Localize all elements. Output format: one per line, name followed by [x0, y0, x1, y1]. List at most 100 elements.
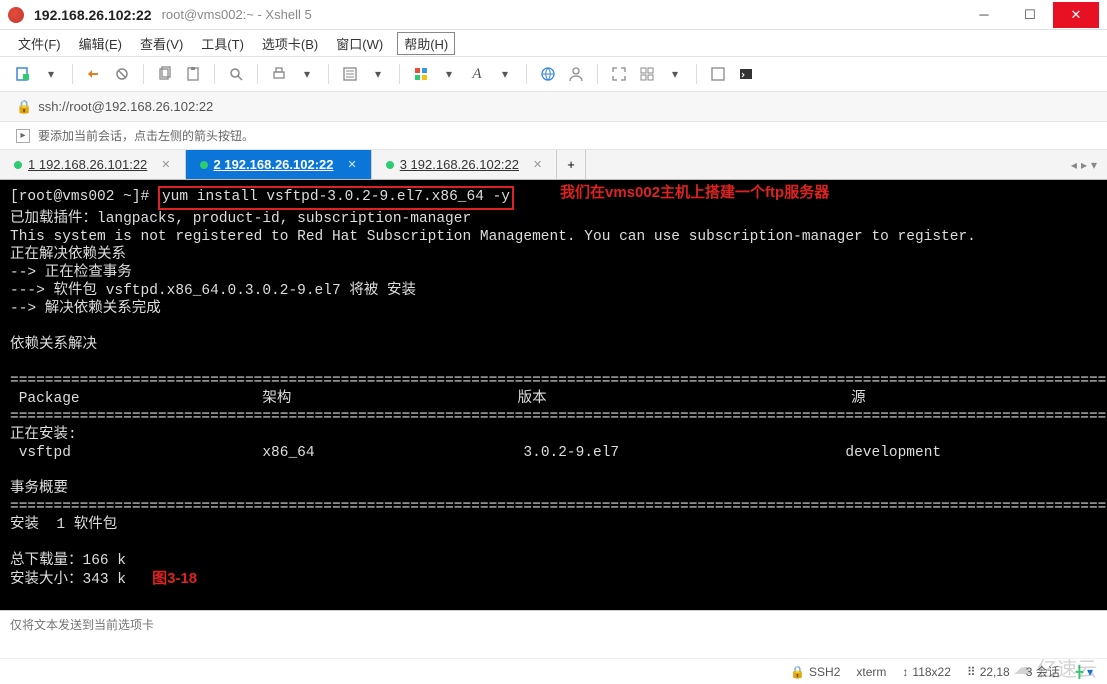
- col-repo: 源: [851, 391, 866, 407]
- tab-label: 2 192.168.26.102:22: [214, 157, 334, 172]
- status-term: xterm: [856, 665, 886, 679]
- toolbar: ▾ ▾ ▾ ▾ A ▾ ▾: [0, 56, 1107, 92]
- tab-2[interactable]: 2 192.168.26.102:22 ✕: [186, 150, 372, 179]
- window-title-host: 192.168.26.102:22: [34, 7, 152, 23]
- dropdown-icon[interactable]: ▾: [664, 63, 686, 85]
- address-url[interactable]: ssh://root@192.168.26.102:22: [38, 99, 213, 114]
- infobar-text: 要添加当前会话，点击左侧的箭头按钮。: [38, 127, 254, 144]
- menubar: 文件(F) 编辑(E) 查看(V) 工具(T) 选项卡(B) 窗口(W) 帮助(…: [0, 30, 1107, 56]
- terminal-line: --> 正在检查事务: [10, 265, 132, 281]
- copy-icon[interactable]: [154, 63, 176, 85]
- addressbar: 🔒 ssh://root@192.168.26.102:22: [0, 92, 1107, 122]
- terminal-line: 已加载插件：langpacks, product-id, subscriptio…: [10, 211, 471, 227]
- terminal[interactable]: [root@vms002 ~]# yum install vsftpd-3.0.…: [0, 180, 1107, 610]
- dropdown-icon[interactable]: ▾: [40, 63, 62, 85]
- tab-close-icon[interactable]: ✕: [161, 158, 170, 171]
- status-size: 118x22: [912, 665, 950, 679]
- app-icon: [8, 7, 24, 23]
- status-proto: SSH2: [809, 665, 840, 679]
- window-title-sub: root@vms002:~ - Xshell 5: [162, 7, 312, 22]
- globe-icon[interactable]: [537, 63, 559, 85]
- divider: ========================================…: [10, 409, 1107, 425]
- new-session-icon[interactable]: [12, 63, 34, 85]
- fullscreen-icon[interactable]: [608, 63, 630, 85]
- dropdown-icon[interactable]: ▾: [438, 63, 460, 85]
- terminal-line: 总下载量：166 k: [10, 553, 126, 569]
- menu-tools[interactable]: 工具(T): [197, 32, 248, 55]
- terminal-line: ---> 软件包 vsftpd.x86_64.0.3.0.2-9.el7 将被 …: [10, 283, 416, 299]
- command-highlight: yum install vsftpd-3.0.2-9.el7.x86_64 -y: [158, 186, 514, 210]
- tile-icon[interactable]: [636, 63, 658, 85]
- status-dot-icon: [200, 161, 208, 169]
- reconnect-icon[interactable]: [83, 63, 105, 85]
- menu-file[interactable]: 文件(F): [14, 32, 65, 55]
- search-icon[interactable]: [225, 63, 247, 85]
- tab-add-button[interactable]: +: [557, 150, 586, 179]
- terminal-line: 正在解决依赖关系: [10, 247, 126, 263]
- status-cursor: 22,18: [980, 665, 1010, 679]
- tab-next-icon[interactable]: ▸: [1081, 158, 1087, 172]
- sendbar: [0, 610, 1107, 638]
- terminal-icon[interactable]: [735, 63, 757, 85]
- tab-1[interactable]: 1 192.168.26.101:22 ✕: [0, 150, 186, 179]
- close-button[interactable]: ✕: [1053, 2, 1099, 28]
- maximize-button[interactable]: ☐: [1007, 2, 1053, 28]
- status-dot-icon: [386, 161, 394, 169]
- terminal-line: 安装大小：343 k: [10, 572, 126, 588]
- tab-3[interactable]: 3 192.168.26.102:22 ✕: [372, 150, 558, 179]
- pkg-name: vsftpd: [10, 445, 71, 461]
- tab-menu-icon[interactable]: ▾: [1091, 158, 1097, 172]
- add-session-icon[interactable]: ▸: [16, 129, 30, 143]
- disconnect-icon[interactable]: [111, 63, 133, 85]
- divider: ========================================…: [10, 499, 1107, 515]
- col-arch: 架构: [262, 391, 291, 407]
- terminal-line: 依赖关系解决: [10, 337, 97, 353]
- tab-close-icon[interactable]: ✕: [348, 158, 357, 171]
- watermark: ☁亿速云: [1013, 653, 1097, 682]
- menu-help[interactable]: 帮助(H): [397, 32, 455, 55]
- status-dot-icon: [14, 161, 22, 169]
- terminal-line: This system is not registered to Red Hat…: [10, 229, 976, 245]
- print-icon[interactable]: [268, 63, 290, 85]
- cursor-icon: ⠿: [967, 665, 976, 679]
- prompt: [root@vms002 ~]#: [10, 189, 158, 205]
- col-package: Package: [10, 391, 80, 407]
- lock-icon: 🔒: [790, 665, 805, 679]
- tabbar: 1 192.168.26.101:22 ✕ 2 192.168.26.102:2…: [0, 150, 1107, 180]
- terminal-line: 安装 1 软件包: [10, 517, 117, 533]
- send-input[interactable]: [10, 618, 310, 632]
- figure-caption: 图3-18: [152, 570, 197, 587]
- pkg-arch: x86_64: [262, 445, 314, 461]
- pkg-repo: development: [845, 445, 941, 461]
- dropdown-icon[interactable]: ▾: [296, 63, 318, 85]
- col-version: 版本: [518, 391, 547, 407]
- menu-tabs[interactable]: 选项卡(B): [258, 32, 322, 55]
- tab-label: 1 192.168.26.101:22: [28, 157, 147, 172]
- installing-label: 正在安装:: [10, 427, 77, 443]
- script-icon[interactable]: [707, 63, 729, 85]
- infobar: ▸ 要添加当前会话，点击左侧的箭头按钮。: [0, 122, 1107, 150]
- menu-view[interactable]: 查看(V): [136, 32, 187, 55]
- pkg-version: 3.0.2-9.el7: [523, 445, 619, 461]
- tab-prev-icon[interactable]: ◂: [1071, 158, 1077, 172]
- lock-icon: 🔒: [16, 99, 32, 115]
- menu-window[interactable]: 窗口(W): [332, 32, 387, 55]
- terminal-line: 事务概要: [10, 481, 68, 497]
- statusbar: 🔒SSH2 xterm ↕ 118x22 ⠿ 22,18 3 会话 ╋ ▾: [0, 658, 1107, 684]
- titlebar: 192.168.26.102:22 root@vms002:~ - Xshell…: [0, 0, 1107, 30]
- tab-close-icon[interactable]: ✕: [533, 158, 542, 171]
- user-icon[interactable]: [565, 63, 587, 85]
- tab-label: 3 192.168.26.102:22: [400, 157, 519, 172]
- resize-icon: ↕: [902, 665, 908, 679]
- annotation-text: 我们在vms002主机上搭建一个ftp服务器: [560, 184, 829, 202]
- font-icon[interactable]: A: [466, 63, 488, 85]
- properties-icon[interactable]: [339, 63, 361, 85]
- color-icon[interactable]: [410, 63, 432, 85]
- dropdown-icon[interactable]: ▾: [367, 63, 389, 85]
- terminal-line: --> 解决依赖关系完成: [10, 301, 161, 317]
- minimize-button[interactable]: ─: [961, 2, 1007, 28]
- menu-edit[interactable]: 编辑(E): [75, 32, 126, 55]
- dropdown-icon[interactable]: ▾: [494, 63, 516, 85]
- divider: ========================================…: [10, 373, 1107, 389]
- paste-icon[interactable]: [182, 63, 204, 85]
